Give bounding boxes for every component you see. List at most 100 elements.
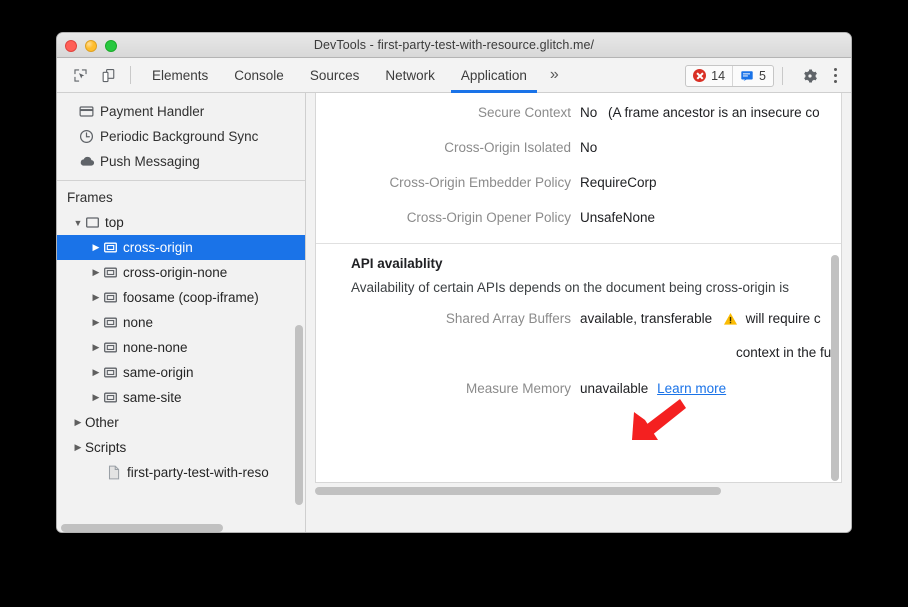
main-horizontal-scrollbar[interactable] bbox=[306, 485, 851, 496]
maximize-button[interactable] bbox=[105, 40, 117, 52]
secure-context-note: (A frame ancestor is an insecure co bbox=[608, 105, 820, 120]
frame-label: Scripts bbox=[85, 440, 126, 455]
tab-console[interactable]: Console bbox=[221, 58, 297, 93]
sidebar-item-payment-handler[interactable]: Payment Handler bbox=[57, 99, 305, 124]
application-sidebar: Payment Handler Periodic Background Sync bbox=[57, 93, 306, 533]
chevron-right-icon[interactable]: ▶ bbox=[89, 342, 103, 353]
sidebar-item-label: Periodic Background Sync bbox=[100, 129, 258, 144]
chevron-down-icon[interactable]: ▼ bbox=[71, 218, 85, 228]
gear-icon[interactable] bbox=[801, 67, 819, 85]
kebab-menu-icon[interactable] bbox=[827, 66, 843, 86]
sidebar-item-push-messaging[interactable]: Push Messaging bbox=[57, 149, 305, 174]
iframe-icon bbox=[103, 340, 123, 355]
message-count-label: 5 bbox=[759, 69, 766, 83]
row-key: Cross-Origin Opener Policy bbox=[316, 209, 580, 226]
frame-label: none-none bbox=[123, 340, 188, 355]
row-secure-context: Secure Context No (A frame ancestor is a… bbox=[316, 93, 841, 130]
frame-label: same-site bbox=[123, 390, 182, 405]
cloud-icon bbox=[79, 154, 100, 169]
sab-value: available, transferable bbox=[580, 311, 712, 326]
api-availability-description: Availability of certain APIs depends on … bbox=[316, 271, 841, 299]
toolbar-divider bbox=[130, 66, 131, 84]
row-key: Measure Memory bbox=[316, 380, 580, 397]
window-title: DevTools - first-party-test-with-resourc… bbox=[57, 38, 851, 52]
continuation-spacer bbox=[316, 345, 736, 360]
iframe-icon bbox=[103, 240, 123, 255]
row-key: Cross-Origin Embedder Policy bbox=[316, 174, 580, 191]
iframe-icon bbox=[103, 390, 123, 405]
devtools-toolbar: Elements Console Sources Network Applica… bbox=[57, 58, 851, 93]
sidebar-item-periodic-background-sync[interactable]: Periodic Background Sync bbox=[57, 124, 305, 149]
row-coop: Cross-Origin Opener Policy UnsafeNone bbox=[316, 200, 841, 235]
frame-tree-item-top[interactable]: ▼ top bbox=[57, 210, 305, 235]
frame-tree-item-none[interactable]: ▶ none bbox=[57, 310, 305, 335]
row-cross-origin-isolated: Cross-Origin Isolated No bbox=[316, 130, 841, 165]
row-value: No (A frame ancestor is an insecure co bbox=[580, 104, 820, 121]
frame-label: same-origin bbox=[123, 365, 194, 380]
error-count-label: 14 bbox=[711, 69, 725, 83]
tab-elements[interactable]: Elements bbox=[139, 58, 221, 93]
frame-tree-item-none-none[interactable]: ▶ none-none bbox=[57, 335, 305, 360]
sidebar-item-label: Push Messaging bbox=[100, 154, 200, 169]
device-toolbar-icon[interactable] bbox=[94, 62, 122, 88]
sidebar-horizontal-scrollbar[interactable] bbox=[57, 522, 306, 533]
payment-card-icon bbox=[79, 104, 100, 119]
close-button[interactable] bbox=[65, 40, 77, 52]
message-count-badge[interactable]: 5 bbox=[732, 66, 773, 86]
learn-more-link[interactable]: Learn more bbox=[657, 381, 726, 396]
main-hscrollbar-thumb[interactable] bbox=[315, 487, 721, 495]
chevron-right-icon[interactable]: ▶ bbox=[89, 392, 103, 403]
frame-tree-item-same-origin[interactable]: ▶ same-origin bbox=[57, 360, 305, 385]
error-count-badge[interactable]: 14 bbox=[686, 66, 732, 86]
sidebar-hscrollbar-thumb[interactable] bbox=[61, 524, 223, 532]
frame-tree-item-cross-origin[interactable]: ▶ cross-origin bbox=[57, 235, 305, 260]
row-coep: Cross-Origin Embedder Policy RequireCorp bbox=[316, 165, 841, 200]
row-shared-array-buffers: Shared Array Buffers available, transfer… bbox=[316, 299, 841, 339]
chevron-right-icon[interactable]: ▶ bbox=[89, 292, 103, 303]
chevron-right-icon[interactable]: ▶ bbox=[89, 242, 103, 253]
frame-details-card: Secure Context No (A frame ancestor is a… bbox=[315, 93, 842, 483]
sidebar-scrollbar-thumb[interactable] bbox=[295, 325, 303, 505]
inspect-element-icon[interactable] bbox=[66, 62, 94, 88]
toolbar-divider-right bbox=[782, 67, 783, 85]
row-shared-array-buffers-continuation: context in the fu bbox=[316, 339, 841, 366]
sidebar-scroll-content: Payment Handler Periodic Background Sync bbox=[57, 93, 305, 485]
chevron-right-icon[interactable]: ▶ bbox=[71, 442, 85, 453]
security-isolation-group: Secure Context No (A frame ancestor is a… bbox=[316, 93, 841, 235]
iframe-icon bbox=[103, 365, 123, 380]
sidebar-vertical-scrollbar[interactable] bbox=[294, 93, 305, 505]
chevron-right-icon[interactable]: ▶ bbox=[89, 267, 103, 278]
frame-tree-item-scripts[interactable]: ▶ Scripts bbox=[57, 435, 305, 460]
frame-label: cross-origin-none bbox=[123, 265, 227, 280]
panel-tabs: Elements Console Sources Network Applica… bbox=[139, 58, 569, 93]
clock-icon bbox=[79, 129, 100, 144]
frame-tree-item-same-site[interactable]: ▶ same-site bbox=[57, 385, 305, 410]
tab-application[interactable]: Application bbox=[448, 58, 540, 93]
secure-context-value: No bbox=[580, 105, 597, 120]
frame-tree-item-foosame[interactable]: ▶ foosame (coop-iframe) bbox=[57, 285, 305, 310]
frame-tree-item-document[interactable]: first-party-test-with-reso bbox=[57, 460, 305, 485]
frame-tree-item-other[interactable]: ▶ Other bbox=[57, 410, 305, 435]
more-tabs-icon[interactable]: » bbox=[540, 58, 569, 93]
chevron-right-icon[interactable]: ▶ bbox=[89, 317, 103, 328]
chevron-right-icon[interactable]: ▶ bbox=[71, 417, 85, 428]
row-value: RequireCorp bbox=[580, 174, 657, 191]
devtools-body: Payment Handler Periodic Background Sync bbox=[57, 93, 851, 533]
window-titlebar: DevTools - first-party-test-with-resourc… bbox=[57, 33, 851, 58]
main-scrollbar-thumb[interactable] bbox=[831, 255, 839, 481]
error-icon bbox=[693, 69, 706, 82]
main-vertical-scrollbar[interactable] bbox=[830, 93, 841, 481]
tab-sources[interactable]: Sources bbox=[297, 58, 373, 93]
iframe-icon bbox=[103, 265, 123, 280]
frame-tree-item-cross-origin-none[interactable]: ▶ cross-origin-none bbox=[57, 260, 305, 285]
chevron-right-icon[interactable]: ▶ bbox=[89, 367, 103, 378]
tab-network[interactable]: Network bbox=[372, 58, 448, 93]
minimize-button[interactable] bbox=[85, 40, 97, 52]
row-key: Secure Context bbox=[316, 104, 580, 121]
api-availability-title: API availablity bbox=[316, 244, 841, 271]
message-icon bbox=[740, 69, 754, 83]
frame-label: cross-origin bbox=[123, 240, 193, 255]
row-value: available, transferable will require c bbox=[580, 310, 821, 330]
issue-badges: 14 5 bbox=[685, 65, 774, 87]
frame-label: top bbox=[105, 215, 124, 230]
